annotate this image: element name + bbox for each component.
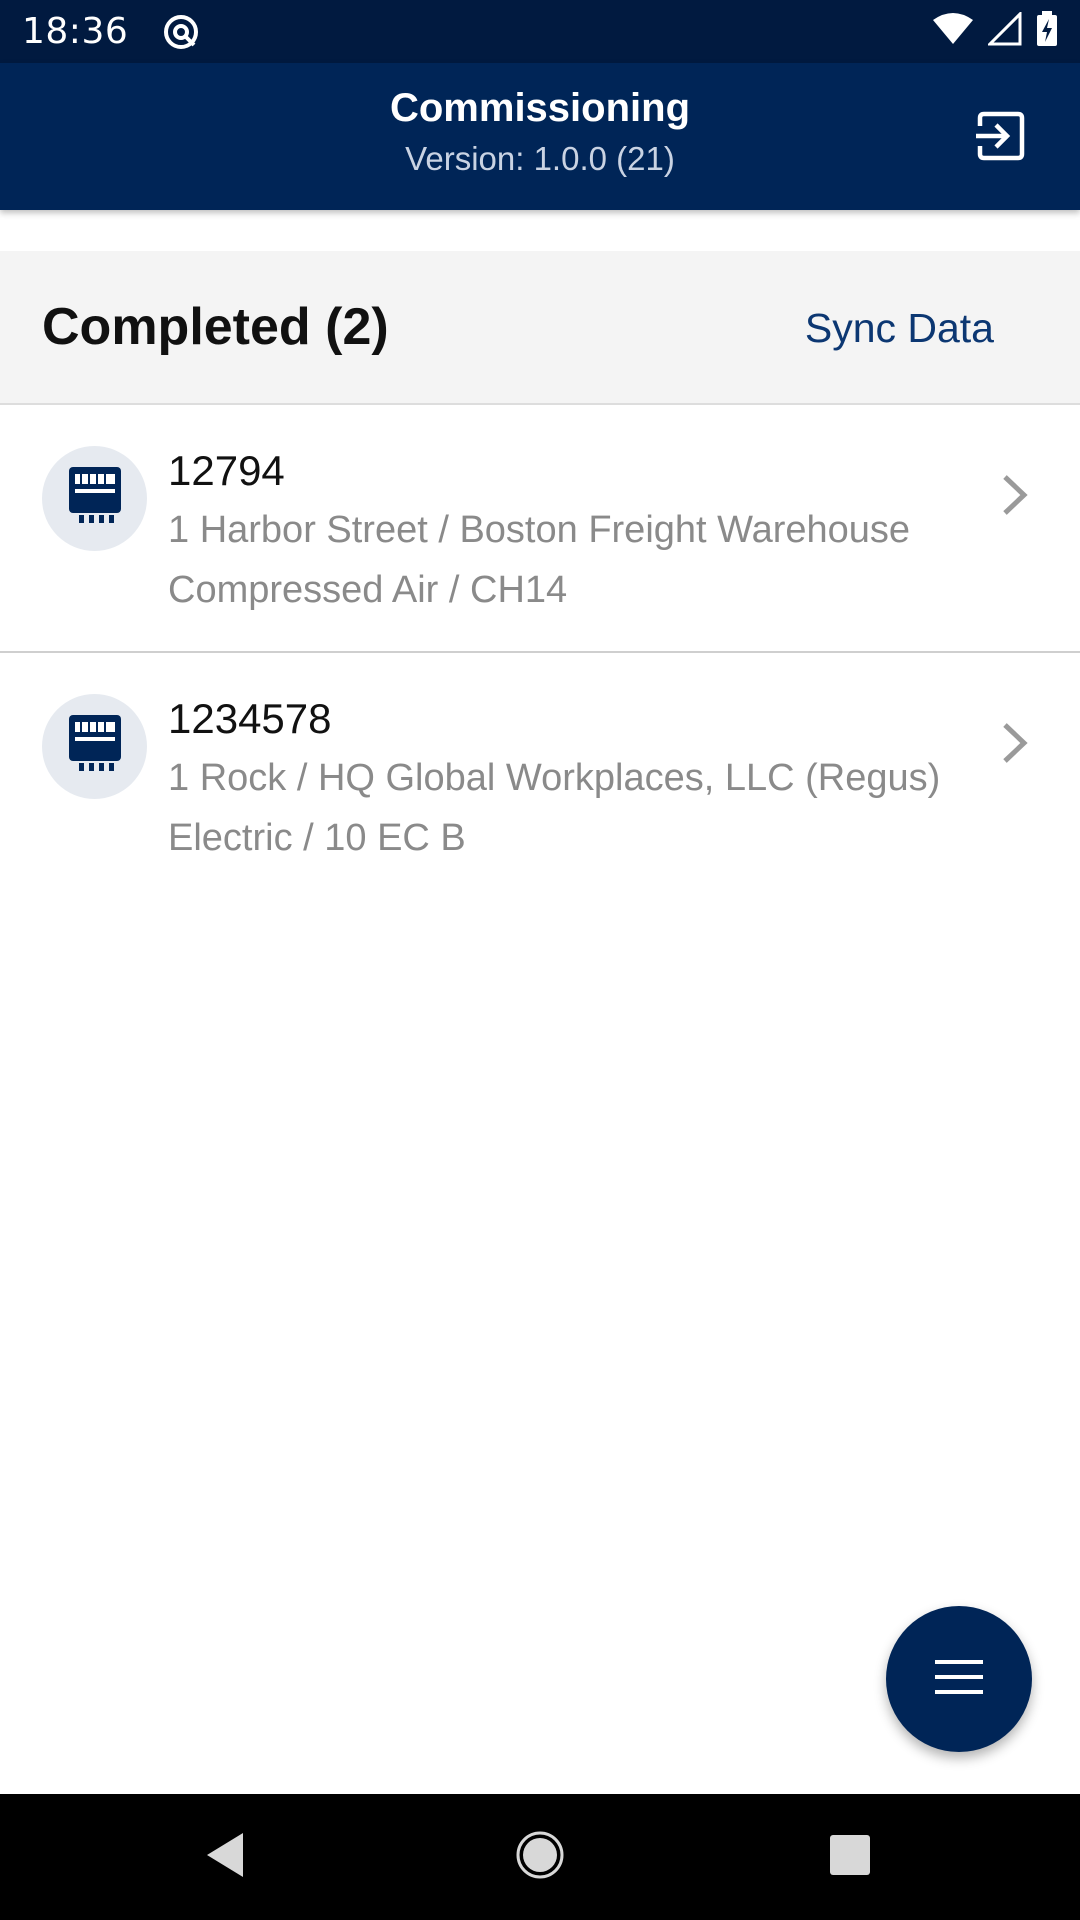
status-icons: [932, 10, 1058, 52]
menu-fab-button[interactable]: [886, 1606, 1032, 1752]
back-icon: [203, 1831, 247, 1884]
item-title: 12794: [168, 447, 285, 494]
section-header: Completed (2) Sync Data: [0, 251, 1080, 405]
recents-button[interactable]: [815, 1822, 885, 1892]
item-avatar: [42, 694, 147, 799]
list-item[interactable]: 1234578 1 Rock / HQ Global Workplaces, L…: [0, 653, 1080, 901]
home-icon: [515, 1830, 565, 1885]
back-button[interactable]: [190, 1822, 260, 1892]
logout-button[interactable]: [972, 110, 1028, 166]
chevron-right-icon: [990, 713, 1040, 773]
home-button[interactable]: [505, 1822, 575, 1892]
section-title: Completed (2): [42, 298, 389, 356]
item-title: 1234578: [168, 695, 332, 742]
item-avatar: [42, 446, 147, 551]
item-meter-type: Electric / 10 EC B: [168, 817, 466, 859]
menu-icon: [934, 1658, 984, 1701]
item-location: 1 Rock / HQ Global Workplaces, LLC (Regu…: [168, 757, 941, 799]
chevron-right-icon: [990, 465, 1040, 525]
meter-icon: [67, 465, 123, 532]
list-item[interactable]: 12794 1 Harbor Street / Boston Freight W…: [0, 405, 1080, 653]
item-location: 1 Harbor Street / Boston Freight Warehou…: [168, 509, 911, 551]
logout-icon: [974, 110, 1026, 167]
app-notification-icon: [162, 12, 202, 52]
app-title: Commissioning: [389, 86, 691, 130]
sync-data-button[interactable]: Sync Data: [805, 305, 994, 352]
app-version: Version: 1.0.0 (21): [405, 140, 675, 177]
wifi-icon: [932, 12, 974, 51]
recents-icon: [829, 1834, 871, 1881]
item-meter-type: Compressed Air / CH14: [168, 569, 568, 611]
app-title-block: Commissioning Version: 1.0.0 (21): [0, 85, 1080, 187]
meter-icon: [67, 713, 123, 780]
status-time: 18:36: [22, 11, 129, 52]
app-bar: Commissioning Version: 1.0.0 (21): [0, 63, 1080, 210]
battery-charging-icon: [1036, 11, 1058, 52]
status-bar: 18:36: [0, 0, 1080, 63]
cellular-signal-icon: [986, 10, 1022, 51]
navigation-bar: [0, 1794, 1080, 1920]
completed-list: 12794 1 Harbor Street / Boston Freight W…: [0, 405, 1080, 901]
